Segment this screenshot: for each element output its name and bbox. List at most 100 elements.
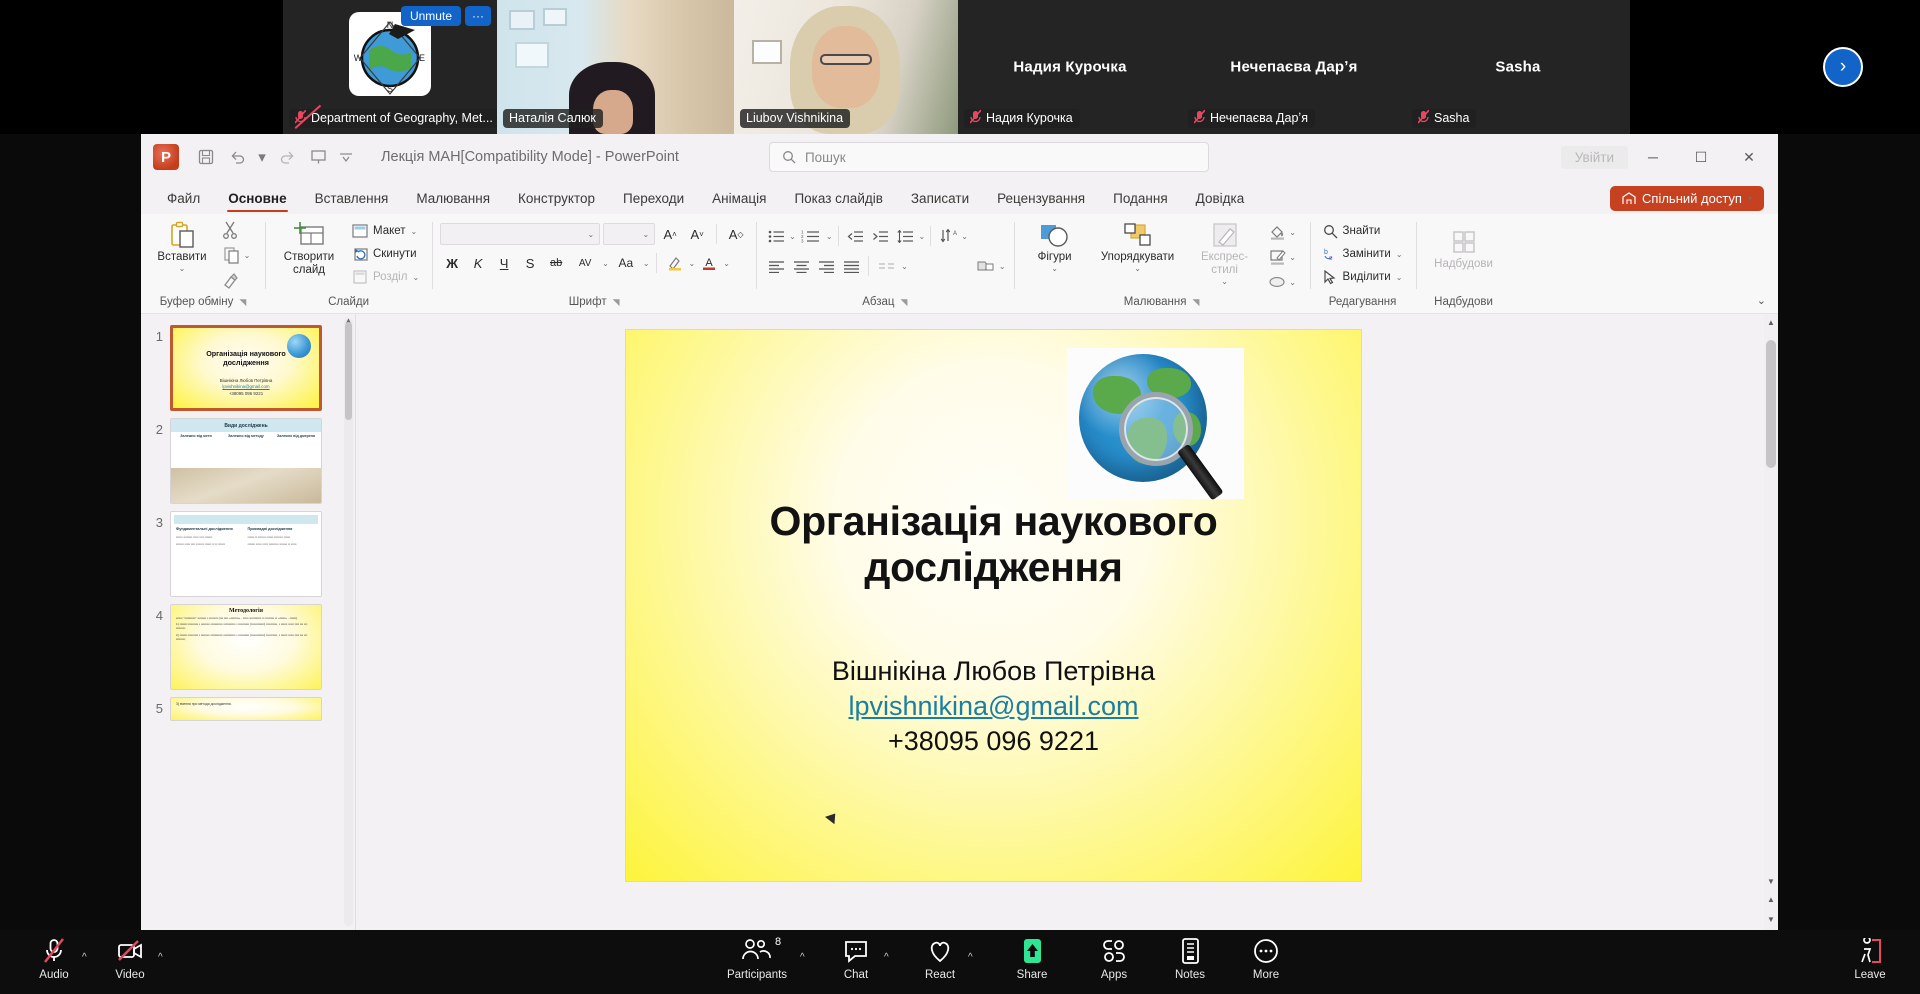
thumbnail-scrollbar-thumb[interactable]	[345, 322, 352, 420]
numbering-icon[interactable]: 123	[797, 224, 825, 248]
thumbnail-item-3[interactable]: 3 Фундаментальні дослідження ▪▪▪▪▪▪ ▪▪▪▪…	[141, 504, 355, 597]
participant-tile-nadiya-kurochka[interactable]: Надия Курочка Надия Курочка	[958, 0, 1182, 134]
tab-view[interactable]: Подання	[1099, 188, 1182, 214]
participants-chevron-icon[interactable]: ^	[800, 952, 805, 963]
tab-transitions[interactable]: Переходи	[609, 188, 698, 214]
previous-slide-arrow-icon[interactable]: ▲	[1764, 895, 1778, 904]
paragraph-dialog-launcher-icon[interactable]: ◥	[901, 297, 908, 308]
text-direction-icon[interactable]: A	[936, 224, 960, 248]
video-options-chevron-icon[interactable]: ^	[158, 952, 163, 963]
new-slide-button[interactable]: Створити слайд	[273, 218, 345, 280]
font-name-combobox[interactable]: ⌄	[440, 223, 601, 245]
clear-formatting-icon[interactable]: A ◇	[724, 222, 748, 246]
thumbnail-slide-5[interactable]: 3) вчення про методи дослідження.	[170, 697, 322, 721]
customize-quick-access-toolbar-icon[interactable]	[335, 142, 357, 172]
participant-tile-nechepaieva-daria[interactable]: Нечепаєва Дарʼя Нечепаєва Дарʼя	[1182, 0, 1406, 134]
tab-home[interactable]: Основне	[214, 188, 300, 214]
next-participants-button[interactable]: ›	[1823, 47, 1863, 87]
underline-button[interactable]: Ч	[492, 251, 516, 275]
search-input[interactable]: Пошук	[768, 142, 1209, 172]
thumbnail-scrollbar[interactable]: ▲	[344, 316, 353, 926]
font-dialog-launcher-icon[interactable]: ◥	[613, 297, 620, 308]
decrease-font-size-icon[interactable]: A ˅	[685, 222, 709, 246]
text-highlight-color-icon[interactable]	[663, 251, 687, 275]
tile-more-options-button[interactable]: ···	[465, 6, 491, 27]
strikethrough-button[interactable]: ab	[544, 251, 568, 275]
scroll-down-arrow-icon[interactable]: ▼	[1764, 877, 1778, 886]
maximize-button[interactable]: ☐	[1678, 140, 1724, 174]
font-size-combobox[interactable]: ⌄	[603, 223, 656, 245]
unmute-button[interactable]: Unmute	[400, 6, 461, 27]
slide-title[interactable]: Організація наукового дослідження	[672, 498, 1315, 591]
slide-globe-image[interactable]	[1067, 348, 1244, 501]
slide-editing-area[interactable]: Організація наукового дослідження Вішнік…	[356, 314, 1778, 930]
select-button[interactable]: Виділити ⌄	[1318, 266, 1408, 288]
undo-chevron-down-icon[interactable]: ▾	[255, 142, 269, 172]
thumbnail-item-4[interactable]: 4 Методологія ▪▪▪▪▪▪ "▪▪▪▪▪▪▪▪▪▪" ▪▪▪▪▪▪…	[141, 597, 355, 690]
participant-tile-liubov-vishnikina[interactable]: Liubov Vishnikina	[734, 0, 958, 134]
tab-file[interactable]: Файл	[153, 188, 214, 214]
thumbnail-item-2[interactable]: 2 Види досліджень Залежно від мети Залеж…	[141, 411, 355, 504]
share-button[interactable]: Спільний доступ ▾	[1610, 186, 1764, 211]
convert-to-smartart-icon[interactable]	[974, 254, 998, 278]
slide-email-link[interactable]: lpvishnikina@gmail.com	[672, 691, 1315, 722]
react-button[interactable]: React	[908, 936, 972, 981]
participant-tile-sasha[interactable]: Sasha Sasha	[1406, 0, 1630, 134]
shape-outline-icon[interactable]: ⌄	[1264, 245, 1302, 269]
current-slide[interactable]: Організація наукового дослідження Вішнік…	[626, 330, 1361, 881]
text-shadow-button[interactable]: S	[518, 251, 542, 275]
thumbnail-slide-1[interactable]: Організація наукового дослідження Вішнік…	[170, 325, 322, 411]
character-spacing-button[interactable]: AV	[570, 251, 600, 275]
shape-fill-icon[interactable]: ⌄	[1264, 220, 1302, 244]
participants-button[interactable]: 8 Participants	[715, 936, 799, 981]
slide-area-scrollbar[interactable]: ▲ ▼ ▲ ▼	[1764, 314, 1778, 930]
copy-icon[interactable]: ⌄	[217, 243, 257, 267]
tab-help[interactable]: Довідка	[1182, 188, 1259, 214]
format-painter-icon[interactable]	[217, 268, 243, 292]
leave-button[interactable]: Leave	[1838, 936, 1902, 981]
layout-button[interactable]: Макет ⌄	[347, 220, 424, 242]
thumbnail-item-5[interactable]: 5 3) вчення про методи дослідження.	[141, 690, 355, 721]
sign-in-button[interactable]: Увійти	[1560, 145, 1628, 169]
tab-animations[interactable]: Анімація	[698, 188, 780, 214]
thumbnail-slide-2[interactable]: Види досліджень Залежно від мети Залежно…	[170, 418, 322, 504]
react-chevron-icon[interactable]: ^	[968, 952, 973, 963]
tab-review[interactable]: Рецензування	[983, 188, 1099, 214]
line-spacing-icon[interactable]	[894, 224, 918, 248]
chat-button[interactable]: Chat	[824, 936, 888, 981]
cut-icon[interactable]	[217, 218, 243, 242]
paste-button[interactable]: Вставити ⌄	[149, 218, 215, 276]
redo-icon[interactable]	[271, 142, 301, 172]
audio-options-chevron-icon[interactable]: ^	[82, 952, 87, 963]
chevron-down-icon[interactable]: ⌄	[179, 264, 186, 273]
more-button[interactable]: More	[1234, 936, 1298, 981]
shape-effects-icon[interactable]: ⌄	[1264, 270, 1302, 294]
slide-body-text[interactable]: Вішнікіна Любов Петрівна lpvishnikina@gm…	[672, 652, 1315, 761]
arrange-button[interactable]: Упорядкувати ⌄	[1090, 218, 1186, 276]
thumbnail-item-1[interactable]: 1 Організація наукового дослідження Вішн…	[141, 318, 355, 411]
tab-insert[interactable]: Вставлення	[301, 188, 403, 214]
share-content-button[interactable]: Share	[1000, 936, 1064, 981]
next-slide-arrow-icon[interactable]: ▼	[1764, 915, 1778, 924]
align-left-icon[interactable]	[764, 254, 788, 278]
change-case-button[interactable]: Aa	[611, 251, 641, 275]
notes-button[interactable]: Notes	[1158, 936, 1222, 981]
shapes-button[interactable]: Фігури ⌄	[1022, 218, 1088, 276]
columns-icon[interactable]	[874, 254, 900, 278]
clipboard-dialog-launcher-icon[interactable]: ◥	[239, 297, 246, 308]
slide-thumbnail-pane[interactable]: 1 Організація наукового дослідження Вішн…	[141, 314, 356, 930]
chat-chevron-icon[interactable]: ^	[884, 952, 889, 963]
find-button[interactable]: Знайти	[1318, 220, 1408, 242]
italic-button[interactable]: K	[466, 251, 490, 275]
minimize-button[interactable]: ─	[1630, 140, 1676, 174]
increase-font-size-icon[interactable]: A ˄	[658, 222, 682, 246]
font-color-icon[interactable]: A	[697, 251, 721, 275]
tab-slideshow[interactable]: Показ слайдів	[780, 188, 896, 214]
align-right-icon[interactable]	[814, 254, 838, 278]
align-center-icon[interactable]	[789, 254, 813, 278]
thumbnail-slide-4[interactable]: Методологія ▪▪▪▪▪▪ "▪▪▪▪▪▪▪▪▪▪" ▪▪▪▪▪▪▪▪…	[170, 604, 322, 690]
video-button[interactable]: Video	[98, 936, 162, 981]
tab-design[interactable]: Конструктор	[504, 188, 609, 214]
thumbnail-slide-3[interactable]: Фундаментальні дослідження ▪▪▪▪▪▪ ▪▪▪▪▪▪…	[170, 511, 322, 597]
undo-icon[interactable]	[223, 142, 253, 172]
